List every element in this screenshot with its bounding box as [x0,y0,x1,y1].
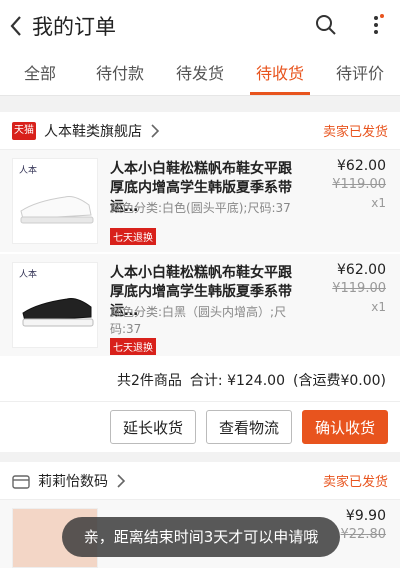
return-badge: 七天退换 [110,338,156,355]
track-shipment-button[interactable]: 查看物流 [205,410,292,444]
extend-receipt-button[interactable]: 延长收货 [109,410,196,444]
shipping-fee: (含运费¥0.00) [292,372,386,389]
original-price: ¥119.00 [332,281,386,296]
item-count: 共2件商品 [117,372,182,389]
product-price: ¥62.00 [337,158,386,174]
toast-message: 亲，距离结束时间3天才可以申请哦 [62,517,340,557]
product-quantity: x1 [371,196,386,210]
shop-icon [12,474,30,489]
order-card: 天猫 人本鞋类旗舰店 卖家已发货 人本 人本小白鞋松糕帆布鞋女平跟厚底内增高学生… [0,112,400,452]
back-button[interactable] [0,0,32,52]
tab-pending-receipt[interactable]: 待收货 [240,52,320,95]
tab-all[interactable]: 全部 [0,52,80,95]
brand-logo: 人本 [19,270,38,280]
shop-name: 人本鞋类旗舰店 [44,123,142,140]
page-title: 我的订单 [32,15,116,39]
brand-logo: 人本 [19,166,38,176]
order-status: 卖家已发货 [322,125,388,140]
search-button[interactable] [314,13,338,37]
confirm-receipt-button[interactable]: 确认收货 [301,410,388,444]
tab-pending-shipment[interactable]: 待发货 [160,52,240,95]
original-price: ¥22.80 [340,527,387,542]
tmall-logo-icon: 天猫 [12,121,36,140]
top-bar: 我的订单 [0,0,400,52]
order-tabs: 全部 待付款 待发货 待收货 待评价 [0,52,400,96]
more-button[interactable] [364,13,388,37]
product-spec: 颜色分类:白黑（圆头内增高）;尺码:37 [110,305,287,336]
product-image: 人本 [12,158,98,244]
more-vertical-icon [374,14,384,34]
product-price: ¥62.00 [337,262,386,278]
product-spec: 颜色分类:白色(圆头平底);尺码:37 [110,201,291,215]
tab-pending-payment[interactable]: 待付款 [80,52,160,95]
product-price: ¥9.90 [345,508,386,524]
order-summary: 共2件商品 合计: ¥124.00 (含运费¥0.00) [0,358,400,402]
original-price: ¥119.00 [332,177,386,192]
chevron-right-icon [151,123,160,138]
order-item[interactable]: 人本 人本小白鞋松糕帆布鞋女平跟厚底内增高学生韩版夏季系带运… 颜色分类:白黑（… [0,254,400,358]
order-item[interactable]: 人本 人本小白鞋松糕帆布鞋女平跟厚底内增高学生韩版夏季系带运… 颜色分类:白色(… [0,150,400,254]
shop-row[interactable]: 天猫 人本鞋类旗舰店 卖家已发货 [0,112,400,150]
order-total: 合计: ¥124.00 [189,372,285,389]
product-quantity: x1 [371,300,386,314]
shop-row[interactable]: 莉莉怡数码 卖家已发货 [0,462,400,500]
back-arrow-icon [10,16,21,36]
search-icon [316,15,336,35]
order-status: 卖家已发货 [322,475,388,490]
return-badge: 七天退换 [110,228,156,245]
product-image: 人本 [12,262,98,348]
shop-name: 莉莉怡数码 [38,473,108,490]
order-actions: 延长收货 查看物流 确认收货 [0,402,400,452]
tab-pending-review[interactable]: 待评价 [320,52,400,95]
chevron-right-icon [117,473,126,488]
